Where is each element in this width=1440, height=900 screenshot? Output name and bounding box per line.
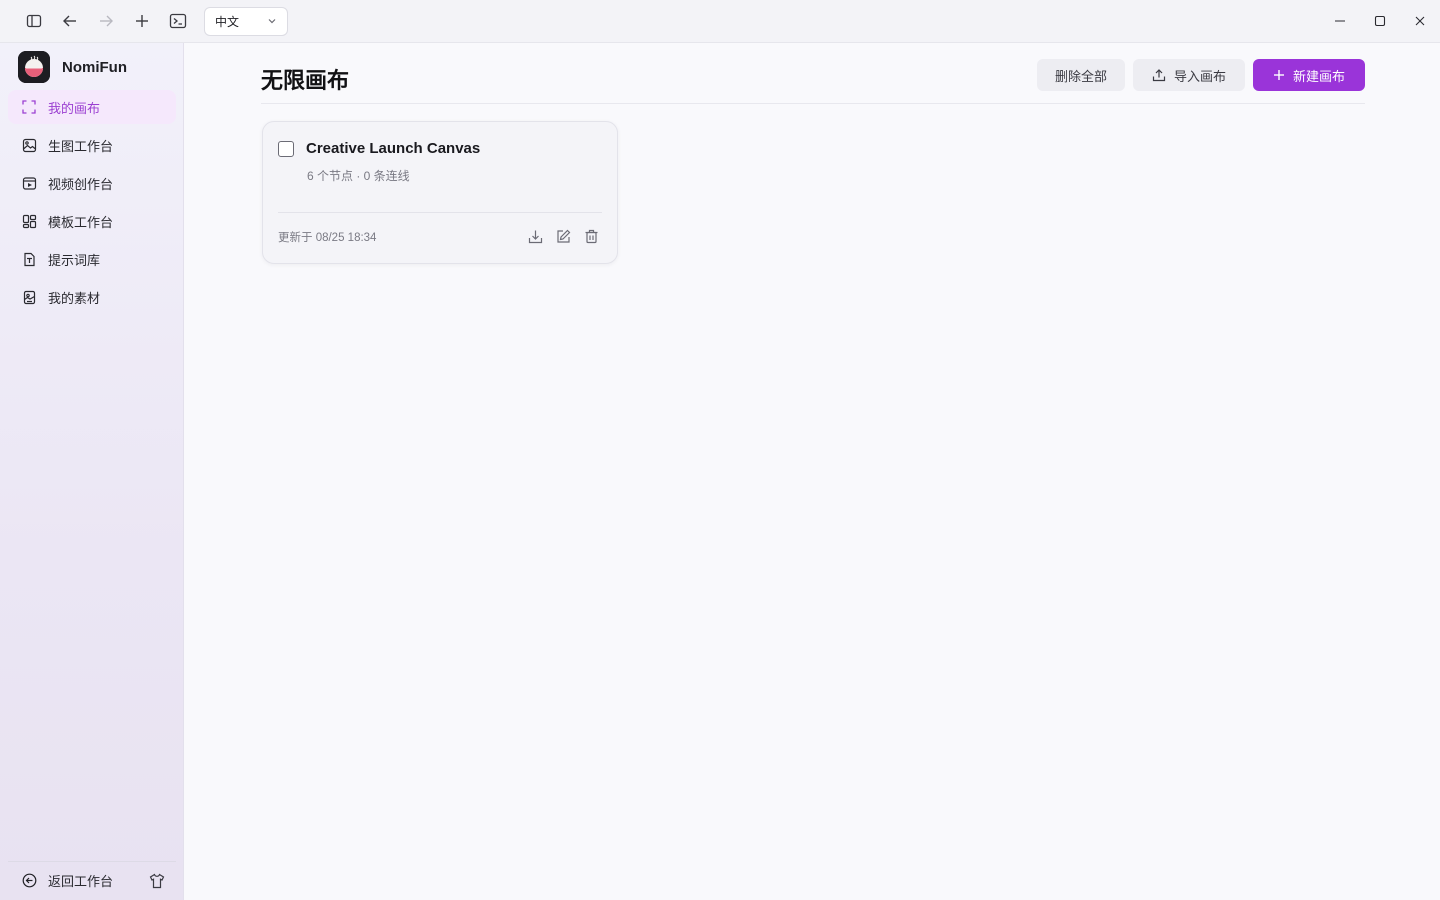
trash-icon[interactable] [581, 226, 601, 246]
sidebar-item-assets[interactable]: 我的素材 [8, 280, 176, 314]
new-canvas-button[interactable]: 新建画布 [1253, 59, 1365, 91]
app-logo-icon [18, 51, 50, 83]
forward-arrow-icon[interactable] [88, 0, 124, 42]
download-icon[interactable] [525, 226, 545, 246]
title-bar: 中文 [0, 0, 1440, 43]
close-icon[interactable] [1400, 0, 1440, 42]
canvas-select-checkbox[interactable] [278, 141, 294, 157]
import-canvas-button[interactable]: 导入画布 [1133, 59, 1245, 91]
language-value: 中文 [215, 14, 240, 29]
sidebar-item-my-canvas[interactable]: 我的画布 [8, 90, 176, 124]
shirt-icon[interactable] [148, 872, 166, 890]
sidebar-toggle-icon[interactable] [16, 0, 52, 42]
main-content: 无限画布 删除全部 导入画布 新建画布 Creative Launch Canv… [185, 43, 1440, 900]
brand-name: NomiFun [62, 58, 127, 76]
sidebar-item-video[interactable]: 视频创作台 [8, 166, 176, 200]
canvas-card[interactable]: Creative Launch Canvas 6 个节点 · 0 条连线 更新于… [262, 121, 618, 264]
minimize-icon[interactable] [1320, 0, 1360, 42]
language-select[interactable]: 中文 [204, 6, 288, 36]
sidebar-nav: 我的画布 生图工作台 视频创作台 模板工作台 提示词库 我的素材 [8, 90, 176, 318]
terminal-icon[interactable] [160, 0, 196, 42]
canvas-title: Creative Launch Canvas [306, 140, 481, 157]
canvas-frame-icon [21, 99, 37, 115]
delete-all-button[interactable]: 删除全部 [1037, 59, 1125, 91]
back-to-workspace-button[interactable]: 返回工作台 [8, 861, 176, 899]
brand[interactable]: NomiFun [18, 51, 127, 83]
template-icon [21, 213, 37, 229]
back-circle-icon [21, 873, 37, 889]
sidebar-item-image-gen[interactable]: 生图工作台 [8, 128, 176, 162]
edit-icon[interactable] [553, 226, 573, 246]
new-canvas-label: 新建画布 [1292, 68, 1345, 84]
page-title: 无限画布 [261, 68, 350, 93]
sidebar-item-label: 提示词库 [48, 252, 101, 268]
back-arrow-icon[interactable] [52, 0, 88, 42]
image-gen-icon [21, 137, 37, 153]
canvas-updated-time: 更新于 08/25 18:34 [278, 232, 377, 244]
sidebar-item-label: 生图工作台 [48, 138, 114, 154]
header-divider [261, 103, 1365, 104]
asset-icon [21, 289, 37, 305]
delete-all-label: 删除全部 [1054, 68, 1107, 84]
new-tab-plus-icon[interactable] [124, 0, 160, 42]
maximize-icon[interactable] [1360, 0, 1400, 42]
header-actions: 删除全部 导入画布 新建画布 [1029, 59, 1365, 91]
sidebar-item-label: 我的画布 [48, 100, 101, 116]
card-divider [278, 212, 602, 213]
import-canvas-label: 导入画布 [1173, 68, 1226, 84]
canvas-card-tools [517, 226, 601, 246]
sidebar-item-label: 视频创作台 [48, 176, 114, 192]
sidebar-item-prompts[interactable]: 提示词库 [8, 242, 176, 276]
sidebar: NomiFun 我的画布 生图工作台 视频创作台 模板工作台 提示词库 我的素材… [0, 43, 184, 900]
plus-icon [1273, 69, 1285, 81]
video-icon [21, 175, 37, 191]
canvas-stats: 6 个节点 · 0 条连线 [307, 169, 410, 183]
sidebar-item-template[interactable]: 模板工作台 [8, 204, 176, 238]
back-to-workspace-label: 返回工作台 [48, 874, 114, 889]
upload-icon [1152, 68, 1166, 82]
prompt-text-icon [21, 251, 37, 267]
sidebar-item-label: 我的素材 [48, 290, 101, 306]
window-controls [1320, 0, 1440, 42]
sidebar-item-label: 模板工作台 [48, 214, 114, 230]
chevron-down-icon [267, 16, 277, 26]
